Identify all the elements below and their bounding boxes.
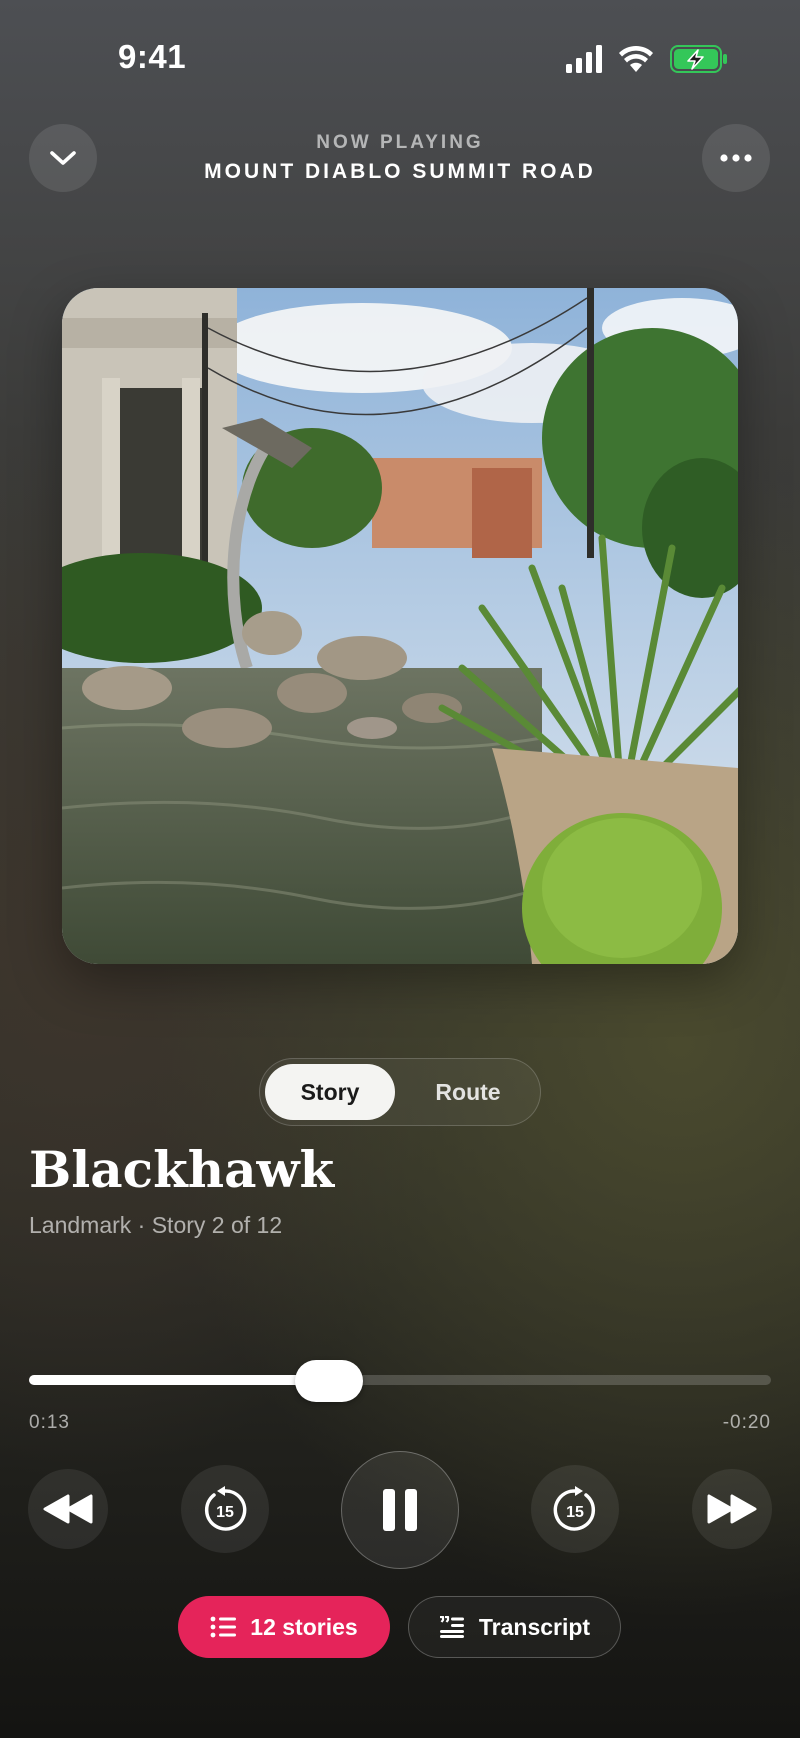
list-icon [210,1616,237,1638]
tab-story[interactable]: Story [265,1064,395,1120]
ellipsis-icon [720,154,752,162]
landmark-photo-image [62,288,738,964]
skip-forward-15-button[interactable]: 15 [531,1465,619,1553]
progress-thumb[interactable] [295,1360,363,1402]
status-time: 9:41 [118,38,187,75]
rewind-icon [43,1494,93,1524]
stories-list-button[interactable]: 12 stories [178,1596,390,1658]
cellular-signal-icon [566,45,602,73]
tab-route[interactable]: Route [402,1064,534,1120]
route-title: MOUNT DIABLO SUMMIT ROAD [204,160,596,183]
play-pause-button[interactable] [341,1451,459,1569]
story-subtitle: Landmark · Story 2 of 12 [29,1212,283,1238]
story-title: Blackhawk [29,1140,335,1199]
progress-fill [29,1375,329,1385]
skip-back-15-button[interactable]: 15 [181,1465,269,1553]
fast-forward-button[interactable] [692,1469,772,1549]
transcript-button[interactable]: Transcript [408,1596,621,1658]
stories-button-label: 12 stories [250,1613,358,1640]
status-icons [566,44,730,74]
elapsed-time: 0:13 [29,1412,70,1433]
rewind-button[interactable] [28,1469,108,1549]
pause-icon [383,1489,417,1531]
skip-forward-seconds: 15 [566,1504,584,1521]
skip-back-seconds: 15 [216,1504,234,1521]
transcript-icon [439,1616,464,1638]
battery-charging-icon [670,45,727,73]
transcript-button-label: Transcript [478,1613,591,1640]
now-playing-label: NOW PLAYING [316,132,484,153]
skip-forward-15-icon: 15 [553,1486,596,1531]
fast-forward-icon [707,1494,757,1524]
more-options-button[interactable] [702,124,770,192]
remaining-time: -0:20 [722,1412,771,1433]
skip-back-15-icon: 15 [204,1486,247,1531]
story-artwork [62,288,738,964]
wifi-icon [619,45,653,72]
